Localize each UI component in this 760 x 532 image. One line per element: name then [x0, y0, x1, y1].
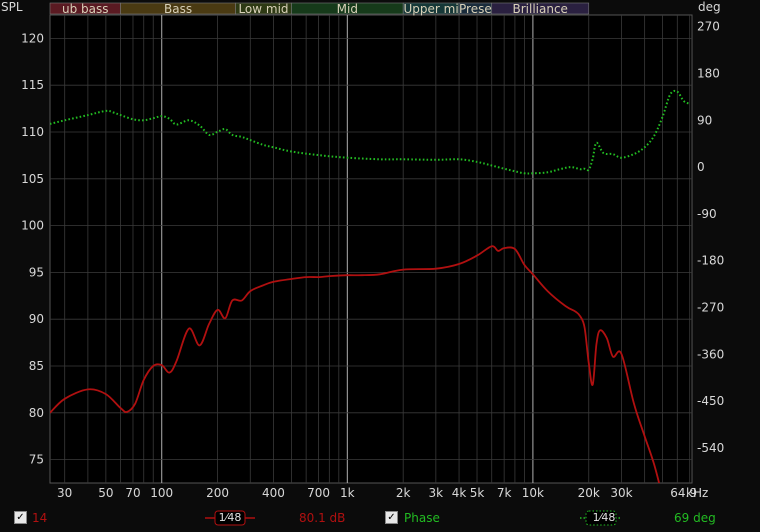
spl-measurement-number: 14 [32, 511, 48, 525]
y-left-tick-115: 115 [21, 78, 44, 92]
band-label-5: Prese [459, 2, 492, 16]
phase-value-readout: 69 deg [674, 511, 716, 525]
band-label-4: Upper mi [404, 2, 459, 16]
y-left-tick-90: 90 [29, 312, 44, 326]
y-right-tick--270: -270 [697, 301, 724, 315]
y-left-tick-80: 80 [29, 406, 44, 420]
x-tick-30: 30 [57, 486, 72, 500]
x-tick-7000: 7k [497, 486, 512, 500]
x-axis-unit: kHz [686, 486, 708, 500]
band-label-2: Low mid [238, 2, 288, 16]
phase-label: Phase [404, 511, 440, 525]
y-left-tick-120: 120 [21, 31, 44, 45]
x-tick-20000: 20k [578, 486, 600, 500]
band-label-1: Bass [164, 2, 192, 16]
y-left-axis-label: SPL [1, 0, 23, 14]
phase-smoothing-label[interactable]: 1⁄48 [586, 511, 622, 524]
legend-bar: ✓ 14 1⁄48 80.1 dB ✓ Phase 1⁄48 69 deg [0, 505, 760, 532]
y-right-axis-label: deg [698, 0, 721, 14]
x-tick-50: 50 [98, 486, 113, 500]
y-left-tick-85: 85 [29, 359, 44, 373]
y-left-tick-75: 75 [29, 453, 44, 467]
x-tick-5000: 5k [470, 486, 485, 500]
x-tick-400: 400 [262, 486, 285, 500]
y-right-tick-180: 180 [697, 67, 720, 81]
y-right-tick--540: -540 [697, 441, 724, 455]
phase-visibility-checkbox[interactable]: ✓ [385, 511, 398, 524]
y-right-tick--450: -450 [697, 394, 724, 408]
y-left-tick-100: 100 [21, 219, 44, 233]
spl-smoothing-label[interactable]: 1⁄48 [215, 511, 245, 524]
y-right-tick--90: -90 [697, 207, 717, 221]
x-tick-3000: 3k [429, 486, 444, 500]
y-left-tick-110: 110 [21, 125, 44, 139]
y-right-tick--360: -360 [697, 347, 724, 361]
x-tick-30000: 30k [610, 486, 632, 500]
spl-level-readout: 80.1 dB [299, 511, 346, 525]
y-left-tick-105: 105 [21, 172, 44, 186]
y-left-tick-95: 95 [29, 265, 44, 279]
x-tick-10000: 10k [522, 486, 544, 500]
y-right-tick-270: 270 [697, 20, 720, 34]
x-tick-100: 100 [150, 486, 173, 500]
y-right-tick-0: 0 [697, 160, 705, 174]
frequency-bands: ub bass Bass Low mid Mid Upper mi Prese Brilli… [49, 2, 590, 16]
chart-svg[interactable]: ub bass Bass Low mid Mid Upper mi Prese Brilli… [0, 0, 760, 505]
x-tick-2000: 2k [396, 486, 411, 500]
band-label-6: Brilliance [513, 2, 568, 16]
y-right-tick--180: -180 [697, 254, 724, 268]
band-label-3: Mid [337, 2, 358, 16]
x-tick-70: 70 [125, 486, 140, 500]
spl-visibility-checkbox[interactable]: ✓ [14, 511, 27, 524]
x-tick-4000: 4k [452, 486, 467, 500]
x-tick-200: 200 [206, 486, 229, 500]
y-right-tick-90: 90 [697, 113, 712, 127]
band-label-0: ub bass [62, 2, 109, 16]
x-tick-1000: 1k [340, 486, 355, 500]
x-tick-700: 700 [307, 486, 330, 500]
